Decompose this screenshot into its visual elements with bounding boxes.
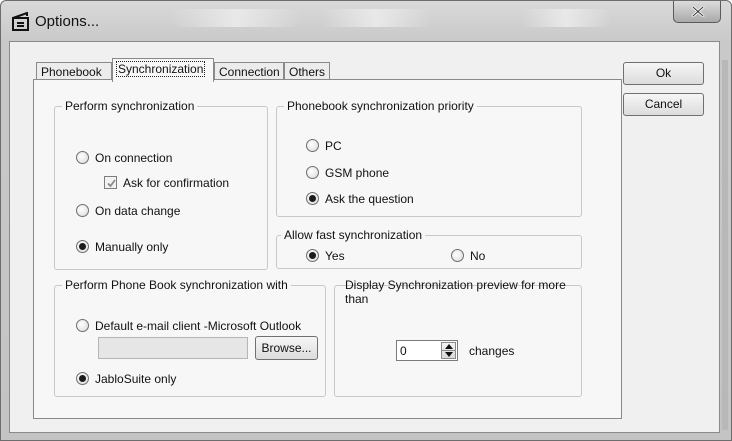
title-glass-highlight [171,9,301,27]
tab-label: Connection [219,65,280,79]
radio-button[interactable] [306,249,319,262]
radio-label: No [470,249,486,263]
spin-down-button[interactable] [442,351,455,359]
radio-button[interactable] [76,240,89,253]
radio-label: Ask the question [325,192,414,206]
radio-jablosuite-only[interactable]: JabloSuite only [76,372,176,386]
cancel-button[interactable]: Cancel [623,93,704,116]
radio-button[interactable] [76,151,89,164]
radio-label: On connection [95,151,173,165]
radio-button[interactable] [306,166,319,179]
spinner-buttons[interactable] [441,342,456,359]
checkbox[interactable] [104,176,117,189]
radio-fast-sync-yes[interactable]: Yes [306,249,345,263]
group-title: Perform synchronization [62,99,198,113]
radio-label: GSM phone [325,166,390,180]
radio-label: Yes [325,249,345,263]
tab-synchronization[interactable]: Synchronization [112,58,214,82]
radio-button[interactable] [76,204,89,217]
app-icon [12,12,29,31]
tab-label: Synchronization [115,61,206,77]
checkbox-ask-confirmation[interactable]: Ask for confirmation [104,176,229,190]
group-title: Phonebook synchronization priority [284,99,477,113]
radio-fast-sync-no[interactable]: No [451,249,485,263]
group-title: Perform Phone Book synchronization with [62,278,291,292]
radio-default-email-client[interactable]: Default e-mail client -Microsoft Outlook [76,319,301,333]
title-glass-highlight [321,9,431,27]
close-button[interactable] [673,1,721,23]
radio-button[interactable] [76,319,89,332]
radio-label: PC [325,139,342,153]
radio-priority-pc[interactable]: PC [306,139,342,153]
spin-up-button[interactable] [442,343,455,351]
radio-label: Manually only [95,240,169,254]
browse-button[interactable]: Browse... [255,336,318,360]
radio-manually-only[interactable]: Manually only [76,240,168,254]
radio-button[interactable] [306,192,319,205]
tab-label: Others [289,65,326,79]
preview-threshold-input[interactable] [397,341,437,360]
radio-label: JabloSuite only [95,372,177,386]
arrow-down-icon [445,352,453,357]
radio-button[interactable] [306,139,319,152]
sync-preview-group: Display Synchronization preview for more… [334,278,582,397]
changes-label: changes [469,344,515,358]
radio-on-data-change[interactable]: On data change [76,204,180,218]
ok-button[interactable]: Ok [623,62,704,85]
arrow-up-icon [445,344,453,349]
radio-label: Default e-mail client -Microsoft Outlook [95,319,302,333]
client-path-field[interactable] [98,337,248,359]
tab-label: Phonebook [41,65,102,79]
radio-button[interactable] [451,249,464,262]
radio-priority-gsm-phone[interactable]: GSM phone [306,166,389,180]
window-title: Options... [35,13,100,30]
window-border-edge [722,60,728,430]
close-icon [691,6,705,17]
checkmark-icon [107,179,116,188]
checkbox-label: Ask for confirmation [123,176,230,190]
radio-priority-ask-question[interactable]: Ask the question [306,192,414,206]
group-title: Display Synchronization preview for more… [345,278,566,306]
title-glass-highlight [521,9,611,27]
radio-button[interactable] [76,372,89,385]
preview-threshold-spinner[interactable] [396,340,458,361]
radio-on-connection[interactable]: On connection [76,151,172,165]
group-title: Allow fast synchronization [281,228,426,242]
radio-label: On data change [95,204,181,218]
title-bar[interactable]: Options... [1,1,731,41]
